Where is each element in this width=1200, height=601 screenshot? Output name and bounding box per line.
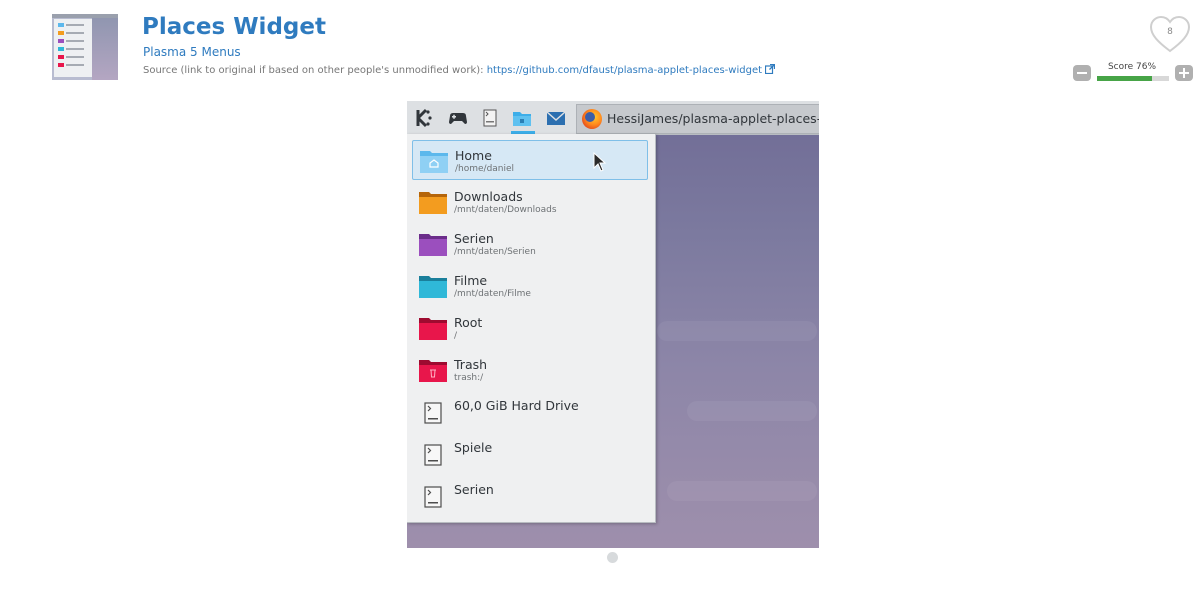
home-folder-icon <box>420 151 448 173</box>
plasma-panel: HessiJames/plasma-applet-places-w <box>407 101 819 135</box>
score-label: Score 76% <box>1107 62 1157 72</box>
external-link-icon[interactable] <box>765 64 776 74</box>
places-folder-icon[interactable] <box>511 107 533 129</box>
places-popup: Home /home/daniel Downloads /mnt/daten/D… <box>407 134 656 523</box>
place-name: Home <box>455 148 492 163</box>
place-path: trash:/ <box>454 373 484 383</box>
drive-item-hard-drive[interactable]: 60,0 GiB Hard Drive <box>412 392 648 432</box>
thumbnail-row <box>58 63 64 67</box>
thumbnail-line <box>66 40 84 42</box>
wallpaper-cloud <box>687 401 817 421</box>
folder-icon <box>419 318 447 340</box>
place-path: / <box>454 331 458 341</box>
product-thumbnail[interactable] <box>52 14 118 80</box>
thumbnail-line <box>66 48 84 50</box>
places-item-root[interactable]: Root / <box>412 308 648 348</box>
score-plus-button[interactable] <box>1175 65 1193 81</box>
taskbar-window-button[interactable]: HessiJames/plasma-applet-places-w <box>576 104 819 134</box>
score-bar <box>1097 76 1169 81</box>
place-name: Filme <box>454 273 488 288</box>
place-name: Trash <box>454 357 488 372</box>
thumbnail-line <box>66 24 84 26</box>
folder-icon <box>419 192 447 214</box>
trash-folder-icon <box>419 360 447 382</box>
drive-icon[interactable] <box>479 107 501 129</box>
source-line: Source (link to original if based on oth… <box>143 64 776 76</box>
like-count: 8 <box>1167 27 1173 37</box>
mouse-cursor-icon <box>593 152 607 172</box>
wallpaper-cloud <box>667 481 817 501</box>
folder-icon <box>419 234 447 256</box>
thumbnail-row <box>58 23 64 27</box>
thumbnail-row <box>58 47 64 51</box>
places-item-downloads[interactable]: Downloads /mnt/daten/Downloads <box>412 182 648 222</box>
carousel-dot[interactable] <box>607 552 618 563</box>
thumbnail-line <box>66 32 84 34</box>
places-item-home[interactable]: Home /home/daniel <box>412 140 648 180</box>
mail-icon[interactable] <box>545 107 567 129</box>
thumbnail-line <box>66 64 84 66</box>
thumbnail-line <box>66 56 84 58</box>
firefox-icon <box>582 109 602 129</box>
category-link[interactable]: Plasma 5 Menus <box>143 45 241 59</box>
thumbnail-row <box>58 31 64 35</box>
places-item-serien[interactable]: Serien /mnt/daten/Serien <box>412 224 648 264</box>
hard-drive-icon <box>424 486 442 508</box>
place-path: /mnt/daten/Downloads <box>454 205 557 215</box>
thumbnail-wallpaper <box>92 18 118 80</box>
source-link[interactable]: https://github.com/dfaust/plasma-applet-… <box>487 65 762 76</box>
taskbar-window-title: HessiJames/plasma-applet-places-w <box>607 111 819 126</box>
place-name: Downloads <box>454 189 523 204</box>
score-minus-button[interactable] <box>1073 65 1091 81</box>
hard-drive-icon <box>424 402 442 424</box>
place-path: /mnt/daten/Serien <box>454 247 536 257</box>
thumbnail-menu <box>54 19 92 77</box>
gamepad-icon[interactable] <box>447 107 469 129</box>
folder-icon <box>419 276 447 298</box>
drive-item-serien[interactable]: Serien <box>412 476 648 516</box>
score-bar-fill <box>1097 76 1152 81</box>
kde-icon[interactable] <box>413 107 435 129</box>
places-item-filme[interactable]: Filme /mnt/daten/Filme <box>412 266 648 306</box>
hard-drive-icon <box>424 444 442 466</box>
place-name: Root <box>454 315 483 330</box>
place-path: /mnt/daten/Filme <box>454 289 531 299</box>
drive-item-spiele[interactable]: Spiele <box>412 434 648 474</box>
source-label: Source (link to original if based on oth… <box>143 65 487 76</box>
thumbnail-row <box>58 55 64 59</box>
page-title: Places Widget <box>142 14 326 40</box>
wallpaper-cloud <box>657 321 817 341</box>
thumbnail-row <box>58 39 64 43</box>
drive-name: Spiele <box>454 440 493 455</box>
place-path: /home/daniel <box>455 164 515 174</box>
drive-name: Serien <box>454 482 494 497</box>
places-item-trash[interactable]: Trash trash:/ <box>412 350 648 390</box>
drive-name: 60,0 GiB Hard Drive <box>454 398 579 413</box>
place-name: Serien <box>454 231 494 246</box>
product-screenshot[interactable]: HessiJames/plasma-applet-places-w Home /… <box>407 101 819 548</box>
